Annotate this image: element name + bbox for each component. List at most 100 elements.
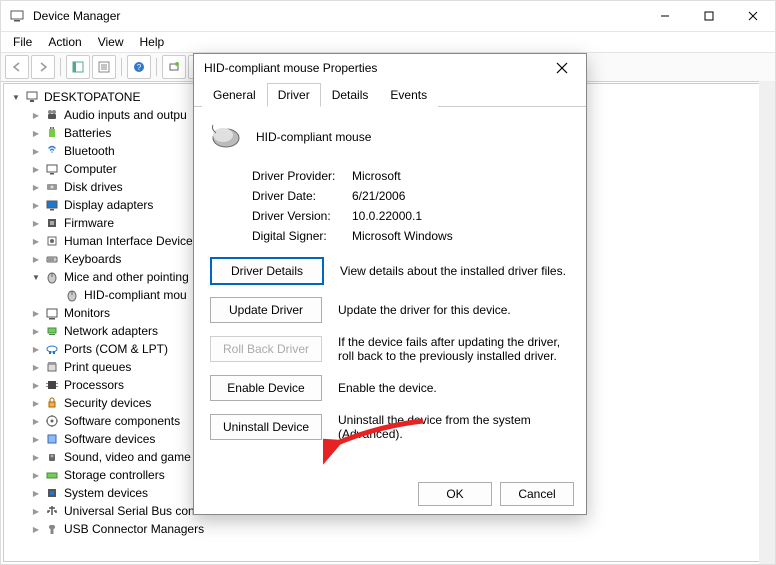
expand-icon[interactable] <box>30 361 42 373</box>
tab-row: General Driver Details Events <box>194 82 586 107</box>
tree-item-label: Storage controllers <box>64 468 165 482</box>
expand-icon[interactable] <box>30 217 42 229</box>
ok-button[interactable]: OK <box>418 482 492 506</box>
expand-icon[interactable] <box>30 433 42 445</box>
dialog-footer: OK Cancel <box>194 474 586 514</box>
device-category-icon <box>44 215 60 231</box>
driver-details-button[interactable]: Driver Details <box>210 257 324 285</box>
driver-details-desc: View details about the installed driver … <box>340 264 570 278</box>
expand-icon[interactable] <box>30 469 42 481</box>
svg-text:?: ? <box>137 63 142 72</box>
version-value: 10.0.22000.1 <box>352 209 422 223</box>
expand-icon[interactable] <box>30 181 42 193</box>
expand-icon[interactable] <box>30 451 42 463</box>
tree-item-label: Ports (COM & LPT) <box>64 342 168 356</box>
expand-icon[interactable] <box>30 505 42 517</box>
rollback-driver-button: Roll Back Driver <box>210 336 322 362</box>
mouse-icon <box>210 123 244 151</box>
enable-device-desc: Enable the device. <box>338 381 570 395</box>
tree-child-label: HID-compliant mou <box>84 288 187 302</box>
tree-item-label: Software devices <box>64 432 155 446</box>
mouse-device-icon <box>64 287 80 303</box>
window-title: Device Manager <box>33 9 643 23</box>
menu-action[interactable]: Action <box>40 33 89 51</box>
update-driver-button[interactable]: Update Driver <box>210 297 322 323</box>
device-category-icon <box>44 143 60 159</box>
expand-icon[interactable] <box>30 307 42 319</box>
show-hide-button[interactable] <box>66 55 90 79</box>
help-toolbar-button[interactable]: ? <box>127 55 151 79</box>
device-manager-icon <box>9 8 25 24</box>
menu-help[interactable]: Help <box>132 33 173 51</box>
update-driver-desc: Update the driver for this device. <box>338 303 570 317</box>
expand-icon[interactable] <box>30 163 42 175</box>
tab-events[interactable]: Events <box>379 83 438 107</box>
tree-item-label: Firmware <box>64 216 114 230</box>
tree-item[interactable]: USB Connector Managers <box>30 520 772 538</box>
expand-icon[interactable] <box>30 253 42 265</box>
device-manager-window: Device Manager File Action View Help ? + <box>0 0 776 565</box>
scan-hardware-button[interactable] <box>162 55 186 79</box>
menubar: File Action View Help <box>1 32 775 53</box>
properties-dialog: HID-compliant mouse Properties General D… <box>193 53 587 515</box>
expand-icon[interactable] <box>30 487 42 499</box>
enable-device-button[interactable]: Enable Device <box>210 375 322 401</box>
tab-details[interactable]: Details <box>321 83 380 107</box>
device-category-icon <box>44 323 60 339</box>
expand-icon[interactable] <box>30 397 42 409</box>
tab-driver-body: HID-compliant mouse Driver Provider:Micr… <box>194 107 586 474</box>
device-category-icon <box>44 521 60 537</box>
device-category-icon <box>44 359 60 375</box>
dialog-title: HID-compliant mouse Properties <box>204 61 548 75</box>
provider-value: Microsoft <box>352 169 401 183</box>
tab-driver[interactable]: Driver <box>267 83 321 107</box>
tree-item-label: Disk drives <box>64 180 123 194</box>
device-category-icon <box>44 251 60 267</box>
tab-general[interactable]: General <box>202 83 267 107</box>
device-category-icon <box>44 269 60 285</box>
dialog-titlebar: HID-compliant mouse Properties <box>194 54 586 82</box>
back-button[interactable] <box>5 55 29 79</box>
forward-button[interactable] <box>31 55 55 79</box>
expand-icon[interactable] <box>30 523 42 535</box>
expand-icon[interactable] <box>30 145 42 157</box>
rollback-driver-desc: If the device fails after updating the d… <box>338 335 570 363</box>
tree-item-label: Batteries <box>64 126 111 140</box>
device-category-icon <box>44 467 60 483</box>
collapse-icon[interactable] <box>10 91 22 103</box>
expand-icon[interactable] <box>30 235 42 247</box>
scrollbar[interactable] <box>759 83 773 562</box>
properties-button[interactable] <box>92 55 116 79</box>
menu-file[interactable]: File <box>5 33 40 51</box>
maximize-button[interactable] <box>687 1 731 31</box>
date-value: 6/21/2006 <box>352 189 405 203</box>
uninstall-device-button[interactable]: Uninstall Device <box>210 414 322 440</box>
computer-icon <box>24 89 40 105</box>
signer-value: Microsoft Windows <box>352 229 453 243</box>
cancel-button[interactable]: Cancel <box>500 482 574 506</box>
device-category-icon <box>44 413 60 429</box>
expand-icon[interactable] <box>30 379 42 391</box>
expand-icon[interactable] <box>30 325 42 337</box>
dialog-close-button[interactable] <box>548 54 576 82</box>
expand-icon[interactable] <box>30 343 42 355</box>
tree-item-label: Bluetooth <box>64 144 115 158</box>
expand-icon[interactable] <box>30 127 42 139</box>
tree-item-label: Display adapters <box>64 198 153 212</box>
close-button[interactable] <box>731 1 775 31</box>
tree-item-label: Universal Serial Bus cont <box>64 504 198 518</box>
expand-icon[interactable] <box>30 271 42 283</box>
device-category-icon <box>44 377 60 393</box>
device-name: HID-compliant mouse <box>256 130 371 144</box>
tree-item-label: Processors <box>64 378 124 392</box>
device-category-icon <box>44 107 60 123</box>
titlebar: Device Manager <box>1 1 775 32</box>
expand-icon[interactable] <box>30 415 42 427</box>
expand-icon[interactable] <box>30 109 42 121</box>
device-category-icon <box>44 179 60 195</box>
device-category-icon <box>44 197 60 213</box>
menu-view[interactable]: View <box>90 33 132 51</box>
tree-item-label: Mice and other pointing <box>64 270 189 284</box>
expand-icon[interactable] <box>30 199 42 211</box>
minimize-button[interactable] <box>643 1 687 31</box>
